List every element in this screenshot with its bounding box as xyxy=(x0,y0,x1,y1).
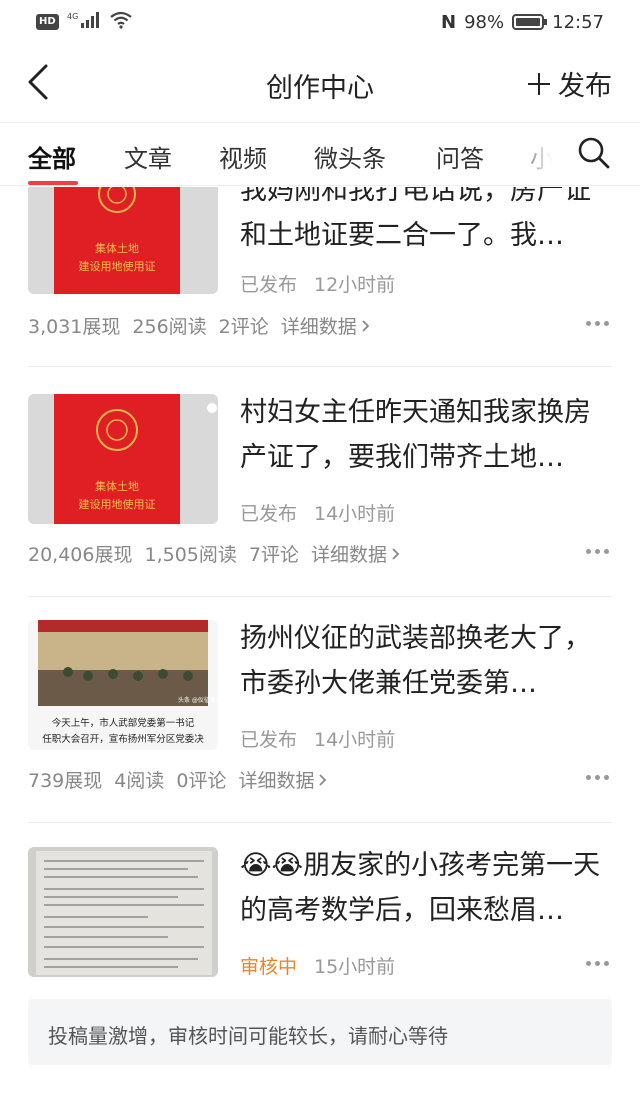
battery-percent: 98% xyxy=(464,11,505,33)
review-notice: 投稿量激增，审核时间可能较长，请耐心等待 xyxy=(28,999,612,1065)
detail-data-link[interactable]: 详细数据 xyxy=(311,540,401,567)
detail-label: 详细数据 xyxy=(280,316,357,338)
network-type: 4G xyxy=(67,12,78,21)
post-stats: 20,406展现 1,505阅读 7评论 详细数据 xyxy=(28,540,401,567)
more-options-icon[interactable] xyxy=(586,549,610,555)
reads: 4阅读 xyxy=(114,770,165,792)
post-thumbnail: 集体土地 建设用地使用证 xyxy=(28,187,218,294)
more-options-icon[interactable] xyxy=(586,961,610,967)
thumb-caption: 任职大会召开，宣布扬州军分区党委决 xyxy=(42,733,204,745)
header: 创作中心 发布 xyxy=(0,44,640,122)
post-status: 已发布 xyxy=(240,503,298,525)
post-time: 12小时前 xyxy=(314,274,396,296)
chevron-right-icon xyxy=(392,547,400,560)
tab-articles[interactable]: 文章 xyxy=(124,139,172,174)
post-title[interactable]: 我妈刚和我打电话说，房产证和土地证要二合一了。我… xyxy=(240,187,612,258)
post-title[interactable]: 扬州仪征的武装部换老大了，市委孙大佬兼任党委第… xyxy=(240,616,612,706)
detail-data-link[interactable]: 详细数据 xyxy=(281,312,371,339)
divider xyxy=(28,822,612,823)
back-button[interactable] xyxy=(22,62,58,102)
post-status: 已发布 xyxy=(240,729,298,751)
review-status: 审核中 xyxy=(240,956,298,978)
status-bar: HD 4G N 98% 12:57 xyxy=(0,0,640,44)
tab-all[interactable]: 全部 xyxy=(28,139,76,174)
detail-data-link[interactable]: 详细数据 xyxy=(238,766,328,793)
search-button[interactable] xyxy=(576,135,612,171)
chevron-right-icon xyxy=(362,319,370,332)
divider xyxy=(28,366,612,367)
comments: 0评论 xyxy=(176,770,227,792)
publish-button[interactable]: 发布 xyxy=(528,64,612,103)
more-options-icon[interactable] xyxy=(586,321,610,327)
hd-badge: HD xyxy=(36,14,59,30)
back-arrow-icon xyxy=(28,64,48,100)
thumb-caption: 集体土地 xyxy=(95,241,139,255)
post-thumbnail xyxy=(28,847,218,977)
active-tab-indicator xyxy=(28,181,78,185)
thumb-caption: 集体土地 xyxy=(95,479,139,493)
comments: 7评论 xyxy=(248,544,299,566)
divider xyxy=(28,596,612,597)
plus-icon xyxy=(528,72,550,95)
reads: 1,505阅读 xyxy=(144,544,237,566)
clock: 12:57 xyxy=(552,11,604,33)
tab-micro-headlines[interactable]: 微头条 xyxy=(314,139,386,174)
post-stats: 3,031展现 256阅读 2评论 详细数据 xyxy=(28,312,371,339)
post-title[interactable]: 村妇女主任昨天通知我家换房产证了，要我们带齐土地… xyxy=(240,390,612,480)
impressions: 739展现 xyxy=(28,770,103,792)
tab-bar: 全部 文章 视频 微头条 问答 小 xyxy=(0,122,640,186)
content-feed[interactable]: 集体土地 建设用地使用证 我妈刚和我打电话说，房产证和土地证要二合一了。我… 已… xyxy=(0,187,640,1104)
more-options-icon[interactable] xyxy=(586,775,610,781)
post-time: 15小时前 xyxy=(314,956,396,978)
chevron-right-icon xyxy=(319,773,327,786)
post-time: 14小时前 xyxy=(314,503,396,525)
thumb-caption: 建设用地使用证 xyxy=(79,497,156,511)
tab-videos[interactable]: 视频 xyxy=(219,139,267,174)
post-thumbnail: 集体土地 建设用地使用证 xyxy=(28,394,218,524)
post-thumbnail: 头条 @仪征发布 今天上午，市人武部党委第一书记 任职大会召开，宣布扬州军分区党… xyxy=(28,620,218,750)
post-stats: 739展现 4阅读 0评论 详细数据 xyxy=(28,766,328,793)
impressions: 20,406展现 xyxy=(28,544,133,566)
comments: 2评论 xyxy=(218,316,269,338)
thumb-caption: 今天上午，市人武部党委第一书记 xyxy=(52,717,195,729)
signal-icon: 4G xyxy=(67,11,101,34)
post-status: 审核中 xyxy=(240,952,297,979)
nfc-icon: N xyxy=(441,11,457,33)
detail-label: 详细数据 xyxy=(238,770,315,792)
impressions: 3,031展现 xyxy=(28,316,121,338)
battery-icon xyxy=(512,14,548,30)
post-time: 14小时前 xyxy=(314,729,396,751)
search-icon xyxy=(578,137,610,169)
thumb-watermark: 头条 @仪征发布 xyxy=(178,696,218,704)
publish-label: 发布 xyxy=(558,71,612,102)
reads: 256阅读 xyxy=(132,316,207,338)
status-left: HD 4G xyxy=(36,11,133,34)
detail-label: 详细数据 xyxy=(310,544,387,566)
wifi-icon xyxy=(109,11,133,34)
status-right: N 98% 12:57 xyxy=(441,12,604,33)
tab-fade xyxy=(510,123,570,185)
post-status: 已发布 xyxy=(240,274,298,296)
thumb-caption: 建设用地使用证 xyxy=(79,259,156,273)
post-title[interactable]: 😭😭朋友家的小孩考完第一天的高考数学后，回来愁眉… xyxy=(240,843,612,933)
tab-qa[interactable]: 问答 xyxy=(436,139,484,174)
